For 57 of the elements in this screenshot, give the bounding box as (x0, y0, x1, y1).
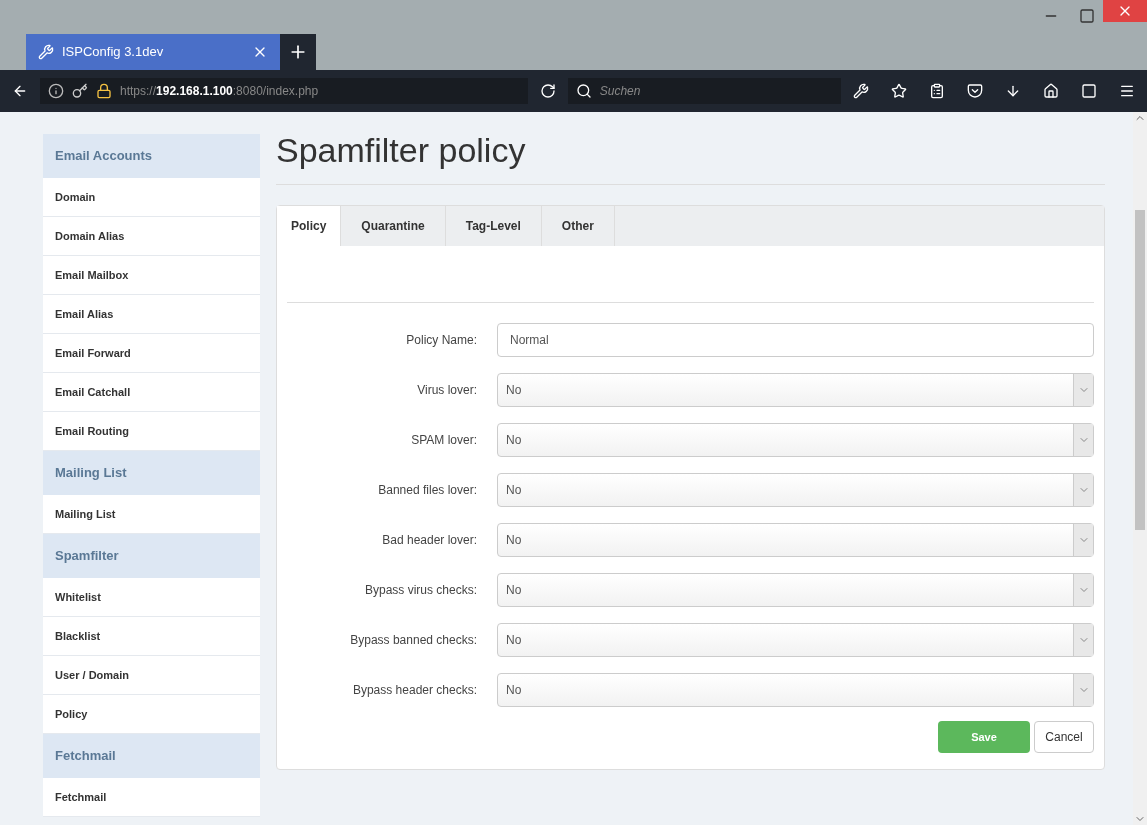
extension-icon[interactable] (1081, 83, 1097, 99)
select-field[interactable]: No (497, 523, 1094, 557)
select-field[interactable]: No (497, 673, 1094, 707)
field-label: Virus lover: (416, 382, 478, 399)
sidebar-item[interactable]: Email Mailbox (43, 256, 260, 295)
wrench-icon[interactable] (853, 83, 869, 99)
cancel-button[interactable]: Cancel (1034, 721, 1094, 753)
maximize-icon[interactable] (1079, 8, 1095, 24)
tab-title: ISPConfig 3.1dev (62, 43, 165, 62)
sidebar-item[interactable]: Mailing List (43, 495, 260, 534)
browser-tab[interactable]: ISPConfig 3.1dev (26, 34, 280, 70)
menu-icon[interactable] (1119, 83, 1135, 99)
sidebar-item[interactable]: Policy (43, 695, 260, 734)
sidebar-item[interactable]: Blacklist (43, 617, 260, 656)
info-icon (48, 83, 64, 99)
star-icon[interactable] (891, 83, 907, 99)
field-label: Policy Name: (405, 332, 478, 349)
tab[interactable]: Policy (277, 206, 342, 246)
search-icon (575, 83, 592, 99)
sidebar-heading: Fetchmail (43, 734, 260, 778)
sidebar-item[interactable]: Email Forward (43, 334, 260, 373)
field-label: SPAM lover: (410, 432, 478, 449)
sidebar-item[interactable]: User / Domain (43, 656, 260, 695)
tools-icon (38, 44, 54, 60)
select-field[interactable]: No (497, 623, 1094, 657)
lock-icon (96, 83, 112, 99)
field-label: Banned files lover: (377, 482, 478, 499)
sidebar-item[interactable]: Email Routing (43, 412, 260, 451)
field-label: Bad header lover: (381, 532, 478, 549)
home-icon[interactable] (1043, 83, 1059, 99)
back-icon[interactable] (12, 83, 28, 99)
new-tab-button[interactable] (280, 34, 316, 70)
key-icon (72, 83, 88, 99)
sidebar-item[interactable]: Whitelist (43, 578, 260, 617)
sidebar-heading: Email Accounts (43, 134, 260, 178)
sidebar-item[interactable]: Email Alias (43, 295, 260, 334)
select-field[interactable]: No (497, 373, 1094, 407)
input-field[interactable]: Normal (497, 323, 1094, 357)
field-label: Bypass header checks: (351, 682, 478, 699)
reload-icon[interactable] (539, 83, 556, 99)
sidebar-heading: Spamfilter (43, 534, 260, 578)
sidebar-heading: Mailing List (43, 451, 260, 495)
select-field[interactable]: No (497, 573, 1094, 607)
field-label: Bypass virus checks: (363, 582, 478, 599)
url-text: https://192.168.1.100:8080/index.php (120, 83, 319, 100)
search-field[interactable]: Suchen (567, 78, 841, 104)
select-field[interactable]: No (497, 473, 1094, 507)
url-bar[interactable]: https://192.168.1.100:8080/index.php (40, 78, 528, 104)
reader-icon[interactable] (929, 83, 945, 99)
sidebar-item[interactable]: Domain (43, 178, 260, 217)
field-label: Bypass banned checks: (349, 632, 478, 649)
download-icon[interactable] (1005, 83, 1021, 99)
select-field[interactable]: No (497, 423, 1094, 457)
sidebar-item[interactable]: Fetchmail (43, 778, 260, 817)
sidebar-item[interactable]: Email Catchall (43, 373, 260, 412)
page-title: Spamfilter policy (276, 130, 527, 171)
sidebar-item[interactable]: Domain Alias (43, 217, 260, 256)
